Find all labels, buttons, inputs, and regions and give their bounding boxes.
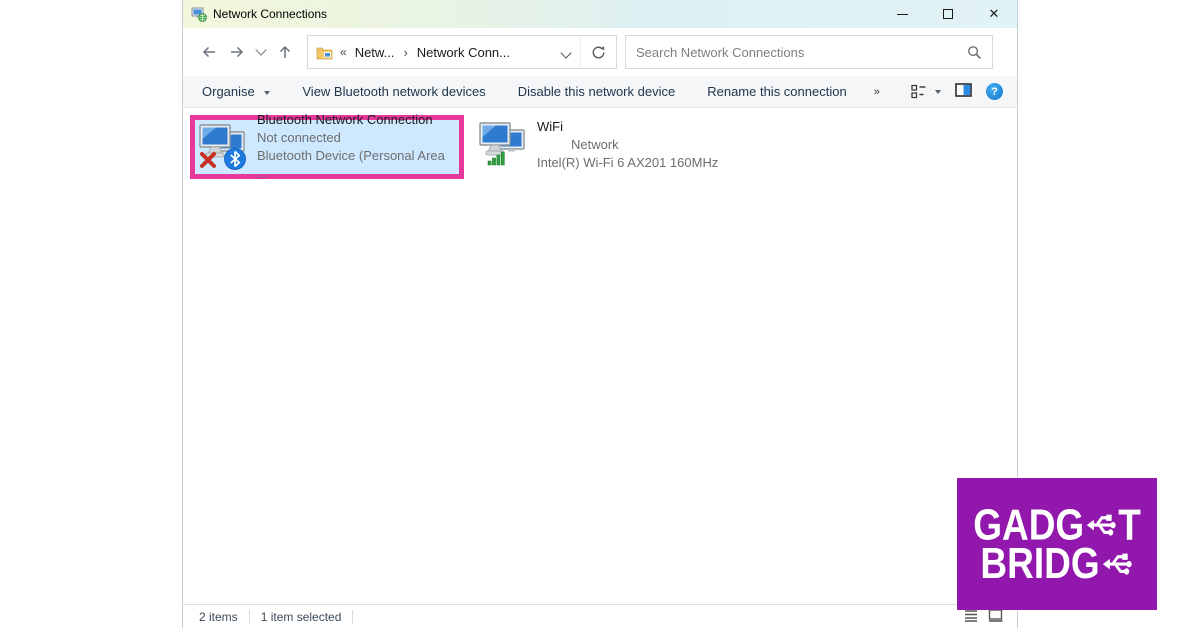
breadcrumb-separator-icon: › (403, 45, 407, 60)
connection-device: Intel(R) Wi-Fi 6 AX201 160MHz (537, 154, 718, 172)
navigation-bar: « Netw... › Network Conn... (183, 28, 1017, 76)
titlebar: Network Connections ✕ (183, 0, 1017, 28)
forward-button[interactable] (223, 37, 251, 67)
question-mark-icon: ? (991, 86, 998, 98)
caret-down-icon (935, 90, 941, 94)
status-bar: 2 items 1 item selected (183, 604, 1017, 628)
logo-text: BRIDG (980, 542, 1099, 586)
rename-connection-button[interactable]: Rename this connection (707, 84, 846, 99)
desktop-canvas: Network Connections ✕ (0, 0, 1200, 628)
window-title: Network Connections (213, 7, 879, 21)
back-arrow-icon (200, 44, 218, 60)
logo-text: T (1118, 503, 1141, 547)
recent-locations-button[interactable] (251, 37, 271, 67)
address-bar[interactable]: « Netw... › Network Conn... (307, 35, 617, 69)
connection-text-block: WiFi Network Intel(R) Wi-Fi 6 AX201 160M… (537, 118, 718, 172)
bluetooth-badge-icon (225, 149, 246, 170)
large-icons-view-icon (988, 609, 1003, 622)
chevron-down-icon (560, 47, 571, 58)
usb-trident-icon (1101, 543, 1133, 583)
minimize-icon (897, 14, 908, 15)
help-button[interactable]: ? (986, 83, 1003, 100)
close-icon: ✕ (989, 6, 1000, 22)
details-view-icon (964, 609, 978, 622)
network-connections-window: Network Connections ✕ (182, 0, 1018, 628)
wifi-connection-icon (479, 121, 527, 169)
toolbar-overflow-button[interactable]: » (874, 86, 880, 98)
command-toolbar: Organise View Bluetooth network devices … (183, 76, 1017, 108)
selection-count: 1 item selected (261, 610, 342, 624)
connection-status: Not connected (257, 129, 459, 147)
connection-device: Bluetooth Device (Personal Area ... (257, 147, 459, 183)
change-view-button[interactable] (911, 84, 941, 99)
logo-line-2: BRIDG (980, 542, 1133, 586)
toolbar-right-group: ? (911, 83, 1003, 100)
preview-pane-icon (955, 83, 972, 97)
details-view-button[interactable] (964, 609, 978, 625)
connection-text-block: Bluetooth Network Connection Not connect… (257, 111, 459, 183)
up-arrow-icon (277, 43, 293, 61)
connection-status: Network (537, 136, 718, 154)
organise-menu-button[interactable]: Organise (202, 84, 270, 99)
breadcrumb-segment-network[interactable]: Netw... (353, 45, 397, 60)
search-box (625, 35, 993, 69)
gadget-bridge-logo: GADG T BRIDG (957, 478, 1157, 610)
chevron-down-icon (255, 44, 266, 55)
organise-label: Organise (202, 84, 255, 99)
refresh-button[interactable] (580, 36, 616, 68)
refresh-icon (591, 45, 606, 60)
disable-network-device-button[interactable]: Disable this network device (518, 84, 676, 99)
close-button[interactable]: ✕ (971, 0, 1017, 28)
preview-pane-button[interactable] (955, 83, 972, 100)
tiles-view-icon (911, 84, 928, 99)
connection-name: Bluetooth Network Connection (257, 111, 459, 129)
back-button[interactable] (195, 37, 223, 67)
breadcrumb-segment-network-connections[interactable]: Network Conn... (415, 45, 512, 60)
statusbar-divider (352, 610, 353, 624)
folder-network-icon (316, 45, 333, 60)
connections-list: Bluetooth Network Connection Not connect… (183, 108, 1017, 604)
minimize-button[interactable] (879, 0, 925, 28)
up-button[interactable] (271, 37, 299, 67)
address-dropdown-button[interactable] (562, 45, 570, 60)
forward-arrow-icon (228, 44, 246, 60)
large-icons-view-button[interactable] (988, 609, 1003, 625)
caret-down-icon (264, 91, 270, 95)
statusbar-view-toggles (964, 609, 1003, 625)
annotation-highlight-box: Bluetooth Network Connection Not connect… (190, 115, 464, 179)
maximize-button[interactable] (925, 0, 971, 28)
network-connections-app-icon (191, 6, 207, 22)
maximize-icon (943, 9, 953, 19)
bluetooth-connection-icon (199, 123, 247, 171)
connection-item-wifi[interactable]: WiFi Network Intel(R) Wi-Fi 6 AX201 160M… (479, 118, 718, 172)
items-count: 2 items (199, 610, 238, 624)
search-input[interactable] (636, 45, 967, 60)
breadcrumb-overflow[interactable]: « (340, 45, 347, 59)
search-icon[interactable] (967, 45, 982, 60)
view-bluetooth-devices-button[interactable]: View Bluetooth network devices (302, 84, 485, 99)
connection-name: WiFi (537, 118, 718, 136)
connection-item-bluetooth[interactable]: Bluetooth Network Connection Not connect… (199, 111, 459, 183)
statusbar-divider (249, 610, 250, 624)
